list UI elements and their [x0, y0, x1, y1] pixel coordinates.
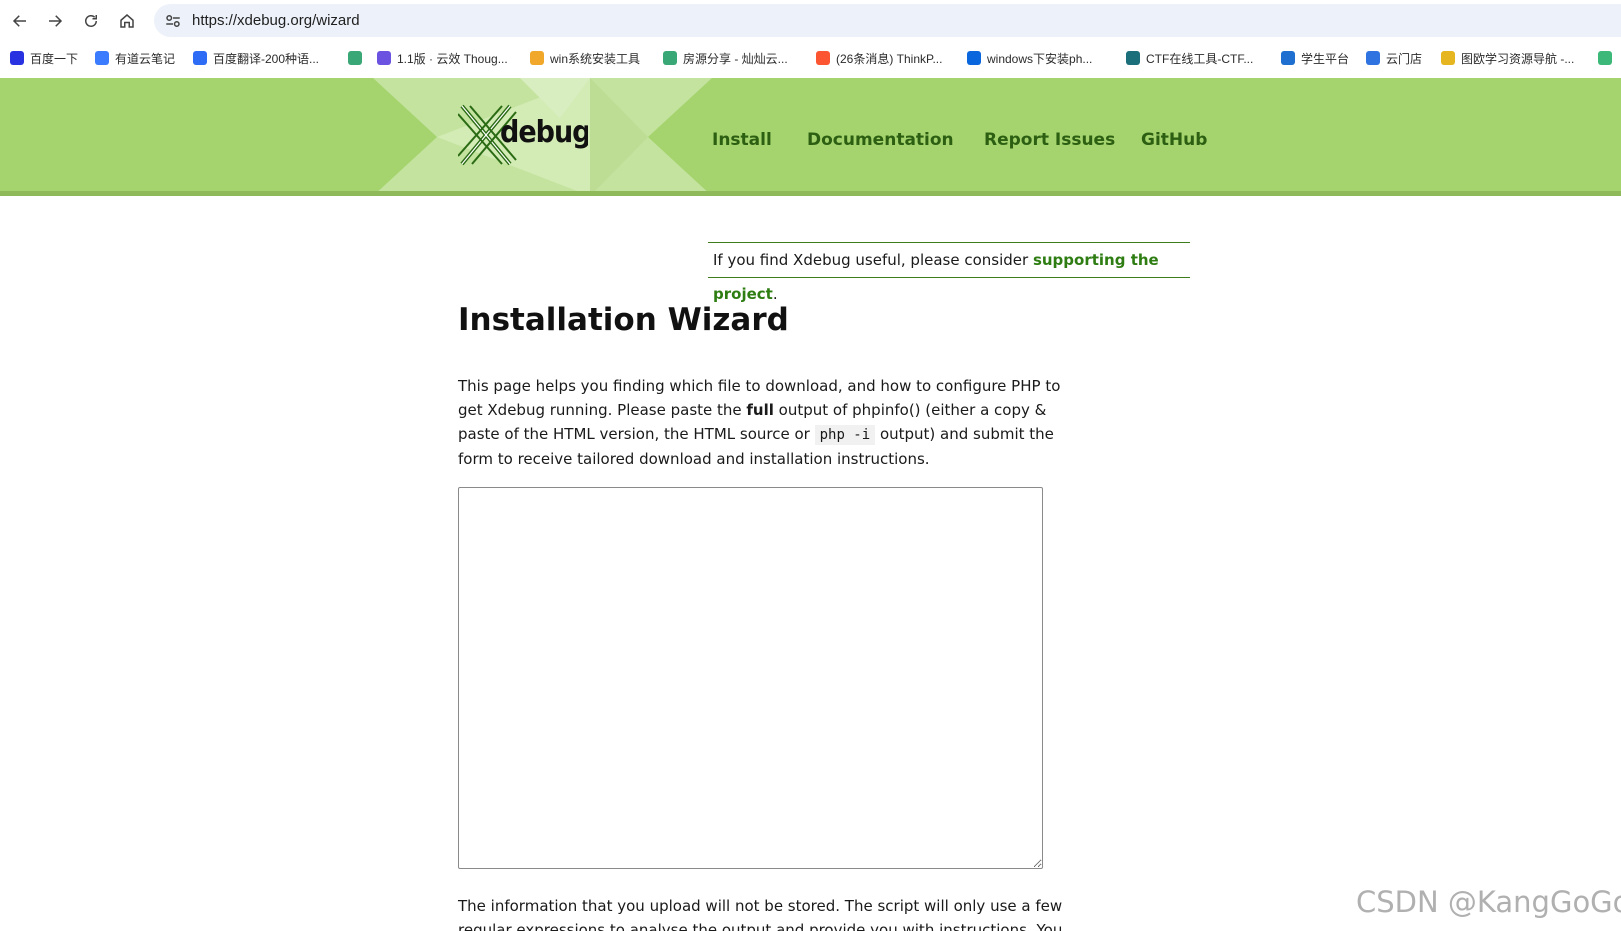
bookmark-label: (26条消息) ThinkP... — [836, 51, 943, 66]
bookmark-item[interactable]: 1.1版 · 云效 Thoug... — [377, 48, 508, 68]
bookmark-item[interactable]: 有道云笔记 — [95, 48, 175, 68]
nav-install[interactable]: Install — [712, 130, 772, 150]
zhihu-icon — [967, 51, 981, 65]
intro-bold: full — [746, 401, 774, 419]
page-title: Installation Wizard — [458, 302, 789, 338]
svg-text:debug: debug — [500, 115, 588, 150]
bookmark-item[interactable]: CTF在线工具-CTF... — [1126, 48, 1253, 68]
baidu-paw-icon — [10, 51, 24, 65]
bookmark-item[interactable] — [1598, 48, 1618, 68]
bookmark-label: windows下安装ph... — [987, 51, 1093, 66]
bookmark-label: CTF在线工具-CTF... — [1146, 51, 1254, 66]
privacy-notice: The information that you upload will not… — [458, 897, 1063, 931]
bookmark-label: 1.1版 · 云效 Thoug... — [397, 51, 508, 66]
bookmark-label: 房源分享 - 灿灿云... — [683, 51, 788, 66]
bookmark-label: 百度一下 — [30, 51, 79, 66]
support-suffix: . — [772, 285, 778, 303]
bookmark-item[interactable] — [348, 48, 368, 68]
support-banner: If you find Xdebug useful, please consid… — [708, 242, 1190, 303]
phpinfo-textarea[interactable] — [458, 487, 1043, 869]
yunxiao-icon — [377, 51, 391, 65]
csdn-watermark: CSDN @KangGoGo — [1356, 885, 1621, 919]
bookmark-label: 云门店 — [1386, 51, 1423, 66]
youdao-note-icon — [95, 51, 109, 65]
nav-documentation[interactable]: Documentation — [807, 130, 954, 150]
browser-toolbar: https://xdebug.org/wizard — [0, 0, 1621, 40]
bookmark-label: 图欧学习资源导航 -... — [1461, 51, 1575, 66]
home-icon[interactable] — [114, 8, 140, 34]
bookmark-label: 有道云笔记 — [115, 51, 176, 66]
url-text[interactable]: https://xdebug.org/wizard — [192, 12, 360, 29]
bookmark-label: 百度翻译-200种语... — [213, 51, 320, 66]
bookmark-item[interactable]: 房源分享 - 灿灿云... — [663, 48, 788, 68]
win-tool-icon — [530, 51, 544, 65]
reload-icon[interactable] — [78, 8, 104, 34]
vue-icon — [663, 51, 677, 65]
bookmark-item[interactable]: 百度一下 — [10, 48, 78, 68]
back-icon[interactable] — [7, 8, 33, 34]
bookmark-item[interactable]: 云门店 — [1366, 48, 1422, 68]
csdn-icon — [816, 51, 830, 65]
tuou-icon — [1441, 51, 1455, 65]
site-settings-icon[interactable] — [164, 12, 182, 30]
vue-icon — [348, 51, 362, 65]
site-header: debug Install Documentation Report Issue… — [0, 78, 1621, 196]
baidu-translate-icon — [193, 51, 207, 65]
overflow-bookmark-icon — [1598, 51, 1612, 65]
support-text: If you find Xdebug useful, please consid… — [713, 251, 1033, 269]
bookmarks-bar: 百度一下 有道云笔记 百度翻译-200种语... 1.1版 · 云效 Thoug...… — [0, 44, 1621, 72]
bookmark-label: win系统安装工具 — [550, 51, 641, 66]
intro-code: php -i — [814, 425, 876, 445]
bookmark-item[interactable]: 图欧学习资源导航 -... — [1441, 48, 1574, 68]
nav-report-issues[interactable]: Report Issues — [984, 130, 1115, 150]
bookmark-item[interactable]: win系统安装工具 — [530, 48, 640, 68]
bookmark-item[interactable]: windows下安装ph... — [967, 48, 1092, 68]
student-platform-icon — [1281, 51, 1295, 65]
ctf-tool-icon — [1126, 51, 1140, 65]
intro-paragraph: This page helps you finding which file t… — [458, 374, 1068, 471]
bookmark-item[interactable]: 学生平台 — [1281, 48, 1349, 68]
address-bar[interactable]: https://xdebug.org/wizard — [154, 4, 1621, 37]
bookmark-item[interactable]: (26条消息) ThinkP... — [816, 48, 942, 68]
bookmark-item[interactable]: 百度翻译-200种语... — [193, 48, 319, 68]
nav-github[interactable]: GitHub — [1141, 130, 1207, 150]
store-icon — [1366, 51, 1380, 65]
xdebug-logo[interactable]: debug — [457, 102, 592, 168]
forward-icon[interactable] — [42, 8, 68, 34]
bookmark-label: 学生平台 — [1301, 51, 1350, 66]
